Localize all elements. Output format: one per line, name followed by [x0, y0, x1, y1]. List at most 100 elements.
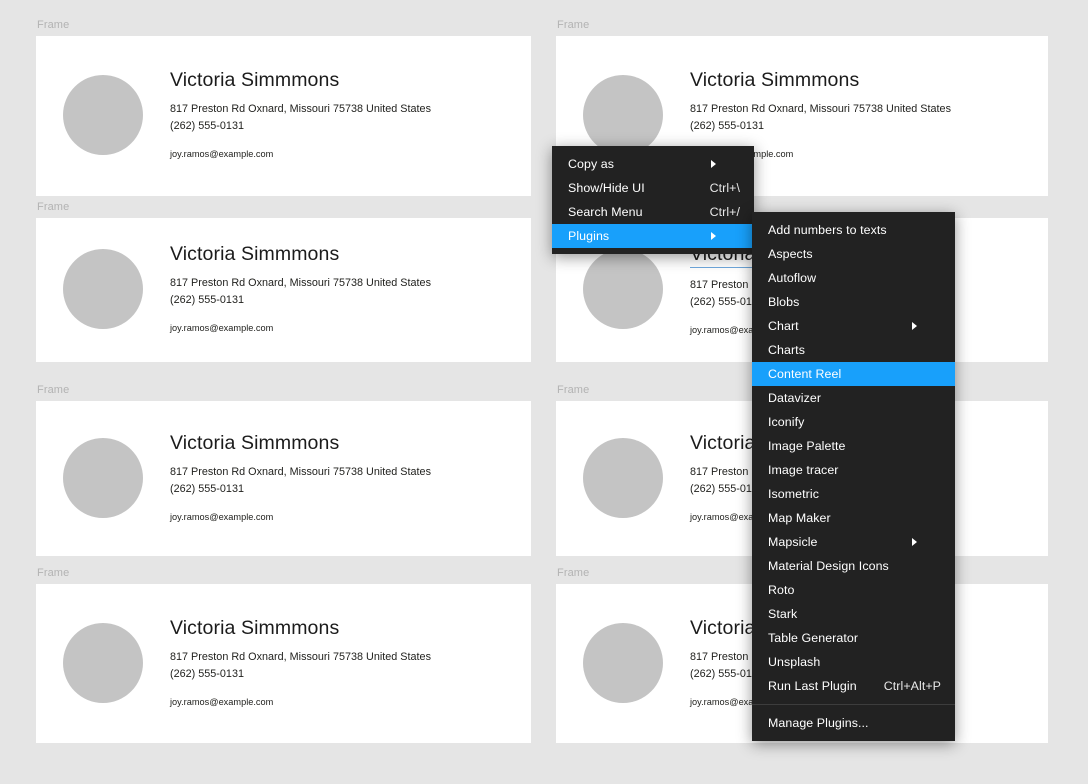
menu-item-shortcut: Ctrl+Alt+P [883, 679, 941, 693]
plugins-submenu[interactable]: Add numbers to texts Aspects Autoflow Blobs… [752, 212, 955, 741]
menu-item-search-menu[interactable]: Search Menu Ctrl+/ [552, 200, 754, 224]
contact-card[interactable]: Victoria Simmmons 817 Preston Rd Oxnard, … [36, 36, 531, 196]
avatar[interactable] [63, 249, 143, 329]
menu-item-label: Chart [768, 319, 799, 333]
avatar[interactable] [63, 75, 143, 155]
menu-item-charts[interactable]: Charts [752, 338, 955, 362]
contact-details: Victoria Simmmons 817 Preston Rd Oxnard, … [170, 616, 431, 708]
menu-item-label: Show/Hide UI [568, 181, 645, 195]
contact-phone[interactable]: (262) 555-0131 [170, 292, 431, 309]
menu-item-label: Material Design Icons [768, 559, 889, 573]
menu-item-autoflow[interactable]: Autoflow [752, 266, 955, 290]
menu-item-roto[interactable]: Roto [752, 578, 955, 602]
submenu-arrow-icon [912, 322, 941, 330]
menu-item-run-last-plugin[interactable]: Run Last Plugin Ctrl+Alt+P [752, 674, 955, 698]
contact-card[interactable]: Victoria Simmmons 817 Preston Rd Oxnard, … [36, 401, 531, 556]
contact-phone[interactable]: (262) 555-0131 [170, 118, 431, 135]
menu-item-copy-as[interactable]: Copy as [552, 152, 754, 176]
contact-address[interactable]: 817 Preston Rd Oxnard, Missouri 75738 Un… [690, 101, 951, 118]
menu-item-label: Stark [768, 607, 798, 621]
menu-item-chart[interactable]: Chart [752, 314, 955, 338]
frame-label[interactable]: Frame [37, 19, 69, 32]
menu-item-image-tracer[interactable]: Image tracer [752, 458, 955, 482]
menu-item-iconify[interactable]: Iconify [752, 410, 955, 434]
menu-item-label: Charts [768, 343, 805, 357]
menu-item-label: Datavizer [768, 391, 822, 405]
contact-address[interactable]: 817 Preston Rd Oxnard, Missouri 75738 Un… [170, 101, 431, 118]
contact-card[interactable]: Victoria Simmmons 817 Preston Rd Oxnard, … [36, 218, 531, 362]
menu-item-label: Copy as [568, 157, 615, 171]
menu-item-label: Table Generator [768, 631, 859, 645]
contact-name[interactable]: Victoria Simmmons [690, 68, 951, 92]
contact-email[interactable]: joy.ramos@example.com [170, 322, 431, 334]
avatar[interactable] [63, 438, 143, 518]
menu-item-isometric[interactable]: Isometric [752, 482, 955, 506]
menu-item-label: Mapsicle [768, 535, 818, 549]
frame-label[interactable]: Frame [37, 384, 69, 397]
frame-3[interactable]: Frame Victoria Simmmons 817 Preston Rd Oxn… [36, 201, 531, 362]
avatar[interactable] [583, 438, 663, 518]
frame-label[interactable]: Frame [557, 384, 589, 397]
menu-item-aspects[interactable]: Aspects [752, 242, 955, 266]
menu-item-label: Content Reel [768, 367, 842, 381]
menu-item-label: Map Maker [768, 511, 831, 525]
contact-address[interactable]: 817 Preston Rd Oxnard, Missouri 75738 Un… [170, 464, 431, 481]
contact-phone[interactable]: (262) 555-0131 [170, 481, 431, 498]
contact-name[interactable]: Victoria Simmmons [170, 68, 431, 92]
frame-7[interactable]: Frame Victoria Simmmons 817 Preston Rd Oxn… [36, 567, 531, 743]
menu-item-table-generator[interactable]: Table Generator [752, 626, 955, 650]
context-menu[interactable]: Copy as Show/Hide UI Ctrl+\ Search Menu Ctrl… [552, 146, 754, 254]
frame-label[interactable]: Frame [37, 201, 69, 214]
avatar[interactable] [583, 75, 663, 155]
menu-item-show-hide-ui[interactable]: Show/Hide UI Ctrl+\ [552, 176, 754, 200]
menu-item-stark[interactable]: Stark [752, 602, 955, 626]
contact-address[interactable]: 817 Preston Rd Oxnard, Missouri 75738 Un… [170, 649, 431, 666]
avatar[interactable] [63, 623, 143, 703]
frame-label[interactable]: Frame [557, 567, 589, 580]
contact-phone[interactable]: (262) 555-0131 [690, 118, 951, 135]
menu-item-mapsicle[interactable]: Mapsicle [752, 530, 955, 554]
contact-name[interactable]: Victoria Simmmons [170, 616, 431, 640]
contact-email[interactable]: joy.ramos@example.com [170, 696, 431, 708]
contact-email[interactable]: joy.ramos@example.com [170, 148, 431, 160]
contact-address[interactable]: 817 Preston Rd Oxnard, Missouri 75738 Un… [170, 275, 431, 292]
avatar[interactable] [583, 249, 663, 329]
menu-item-label: Image Palette [768, 439, 846, 453]
menu-item-datavizer[interactable]: Datavizer [752, 386, 955, 410]
frame-5[interactable]: Frame Victoria Simmmons 817 Preston Rd Oxn… [36, 384, 531, 556]
contact-details: Victoria Simmmons 817 Preston Rd Oxnard, … [170, 68, 431, 160]
menu-item-content-reel[interactable]: Content Reel [752, 362, 955, 386]
avatar[interactable] [583, 623, 663, 703]
menu-item-shortcut: Ctrl+/ [709, 205, 740, 219]
frame-label[interactable]: Frame [37, 567, 69, 580]
menu-item-label: Iconify [768, 415, 805, 429]
frame-label[interactable]: Frame [557, 19, 589, 32]
menu-item-blobs[interactable]: Blobs [752, 290, 955, 314]
contact-phone[interactable]: (262) 555-0131 [170, 666, 431, 683]
menu-item-manage-plugins[interactable]: Manage Plugins... [752, 711, 955, 735]
menu-item-image-palette[interactable]: Image Palette [752, 434, 955, 458]
contact-email[interactable]: joy.ramos@example.com [170, 511, 431, 523]
menu-item-material-design-icons[interactable]: Material Design Icons [752, 554, 955, 578]
menu-item-label: Run Last Plugin [768, 679, 857, 693]
menu-item-label: Blobs [768, 295, 800, 309]
contact-name[interactable]: Victoria Simmmons [170, 431, 431, 455]
menu-item-label: Search Menu [568, 205, 643, 219]
menu-item-plugins[interactable]: Plugins [552, 224, 754, 248]
menu-item-add-numbers-to-texts[interactable]: Add numbers to texts [752, 218, 955, 242]
contact-name[interactable]: Victoria Simmmons [170, 242, 431, 266]
menu-item-label: Roto [768, 583, 795, 597]
menu-item-label: Manage Plugins... [768, 716, 869, 730]
menu-item-unsplash[interactable]: Unsplash [752, 650, 955, 674]
menu-item-label: Unsplash [768, 655, 821, 669]
menu-item-label: Autoflow [768, 271, 817, 285]
contact-card[interactable]: Victoria Simmmons 817 Preston Rd Oxnard, … [36, 584, 531, 743]
menu-item-map-maker[interactable]: Map Maker [752, 506, 955, 530]
menu-item-label: Plugins [568, 229, 610, 243]
frame-1[interactable]: Frame Victoria Simmmons 817 Preston Rd Oxn… [36, 19, 531, 196]
